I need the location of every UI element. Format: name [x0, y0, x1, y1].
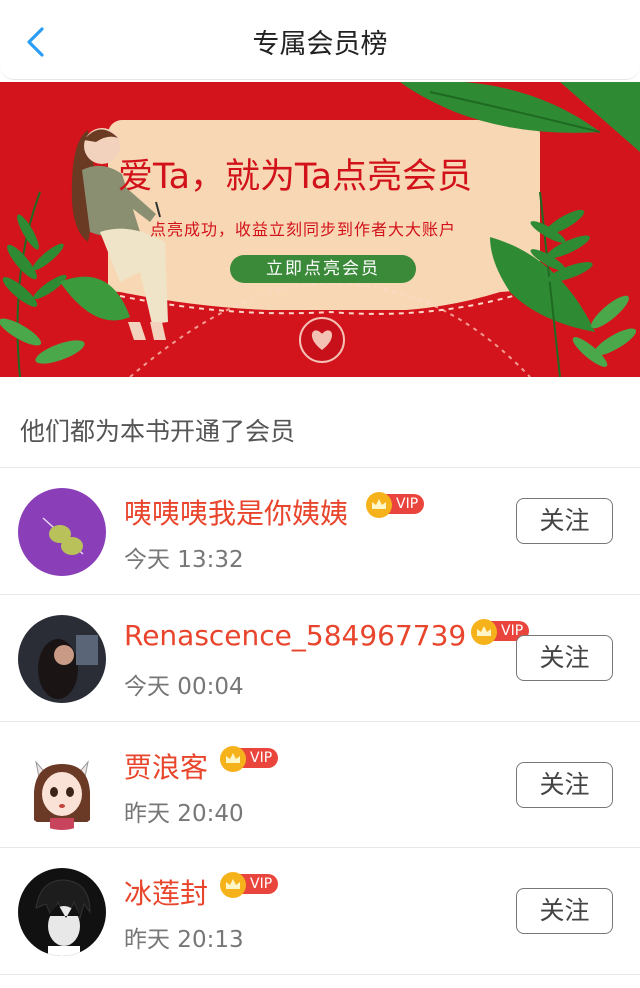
promo-banner[interactable]: 爱Ta，就为Ta点亮会员 点亮成功，收益立刻同步到作者大大账户 立即点亮会员	[0, 82, 640, 377]
crown-icon	[471, 619, 497, 645]
member-row: 贾浪客 VIP 昨天 20:40 关注	[0, 722, 640, 848]
avatar[interactable]	[18, 615, 106, 703]
avatar[interactable]	[18, 868, 106, 956]
member-row: 咦咦咦我是你姨姨 VIP 今天 13:32 关注	[0, 468, 640, 594]
member-name[interactable]: Renascence_584967739	[124, 619, 466, 652]
crown-icon	[220, 872, 246, 898]
member-row: Renascence_584967739 VIP 今天 00:04 关注	[0, 595, 640, 721]
join-time: 今天 13:32	[124, 547, 244, 573]
member-name[interactable]: 咦咦咦我是你姨姨	[124, 492, 348, 532]
follow-button[interactable]: 关注	[516, 635, 613, 681]
avatar[interactable]	[18, 742, 106, 830]
avatar[interactable]	[18, 488, 106, 576]
member-row: 冰莲封 VIP 昨天 20:13 关注	[0, 848, 640, 974]
member-name[interactable]: 冰莲封	[124, 872, 208, 912]
top-nav-bar: 专属会员榜	[0, 0, 640, 80]
join-time: 昨天 20:13	[124, 927, 244, 953]
crown-icon	[366, 492, 392, 518]
banner-subtitle: 点亮成功，收益立刻同步到作者大大账户	[150, 220, 457, 239]
light-up-membership-button[interactable]: 立即点亮会员	[230, 255, 416, 283]
banner-headline: 爱Ta，就为Ta点亮会员	[118, 157, 473, 197]
member-name[interactable]: 贾浪客	[124, 746, 208, 786]
divider	[0, 974, 640, 975]
join-time: 昨天 20:40	[124, 801, 244, 827]
section-title: 他们都为本书开通了会员	[20, 417, 296, 446]
follow-button[interactable]: 关注	[516, 762, 613, 808]
follow-button[interactable]: 关注	[516, 888, 613, 934]
follow-button[interactable]: 关注	[516, 498, 613, 544]
page-title: 专属会员榜	[252, 29, 388, 60]
join-time: 今天 00:04	[124, 674, 244, 700]
crown-icon	[220, 746, 246, 772]
